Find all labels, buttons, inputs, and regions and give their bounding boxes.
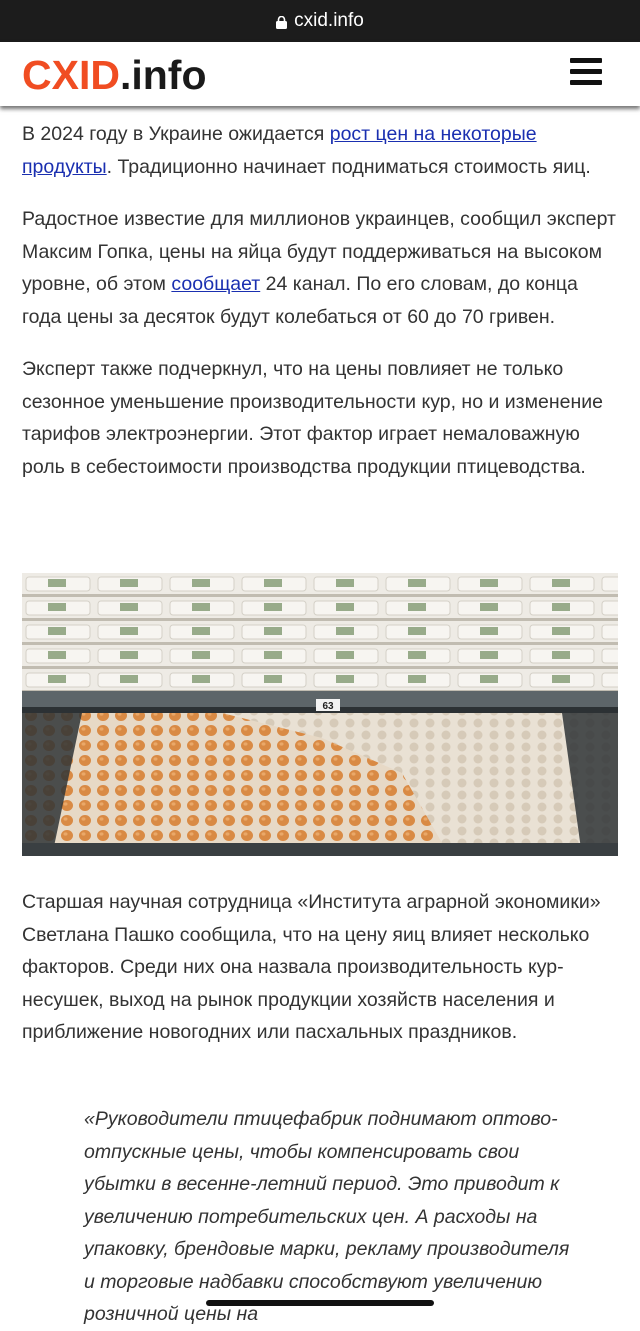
site-logo[interactable]: CXID.info: [22, 52, 207, 98]
site-header: CXID.info: [0, 42, 640, 106]
eggs-shelf-photo: 63: [22, 573, 618, 856]
article-body: В 2024 году в Украине ожидается рост цен…: [22, 118, 622, 503]
paragraph-4: Старшая научная сотрудница «Института аг…: [22, 891, 601, 1043]
quote-block: «Руководители птицефабрик поднимают опто…: [84, 1108, 570, 1325]
paragraph-1: В 2024 году в Украине ожидается рост цен…: [22, 118, 622, 183]
link-source[interactable]: сообщает: [171, 273, 260, 295]
url-text: cxid.info: [294, 10, 364, 31]
paragraph-2: Радостное известие для миллионов украинц…: [22, 203, 622, 333]
article-image-eggs: 63: [22, 573, 618, 856]
logo-cxid: CXID: [22, 52, 120, 98]
price-tag: 63: [322, 701, 334, 712]
logo-info: .info: [119, 52, 207, 98]
browser-address-bar[interactable]: cxid.info: [0, 0, 640, 42]
hamburger-menu-icon[interactable]: [570, 58, 602, 86]
p1-text-end: . Традиционно начинает подниматься стоим…: [106, 155, 591, 178]
paragraph-3: Эксперт также подчеркнул, что на цены по…: [22, 358, 603, 478]
home-indicator[interactable]: [206, 1300, 434, 1306]
p1-text: В 2024 году в Украине ожидается: [22, 123, 330, 145]
lock-icon: [276, 15, 288, 29]
